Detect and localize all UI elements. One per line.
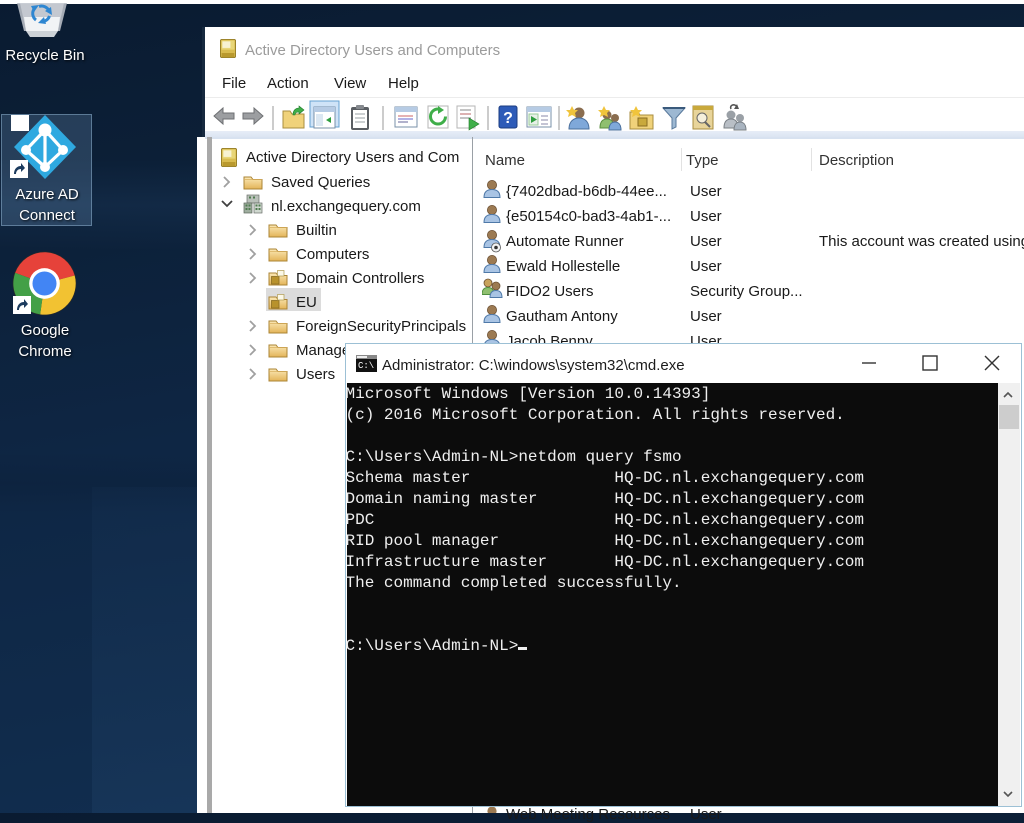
svg-text:?: ?: [503, 110, 513, 127]
svg-text:C:\: C:\: [358, 361, 374, 371]
